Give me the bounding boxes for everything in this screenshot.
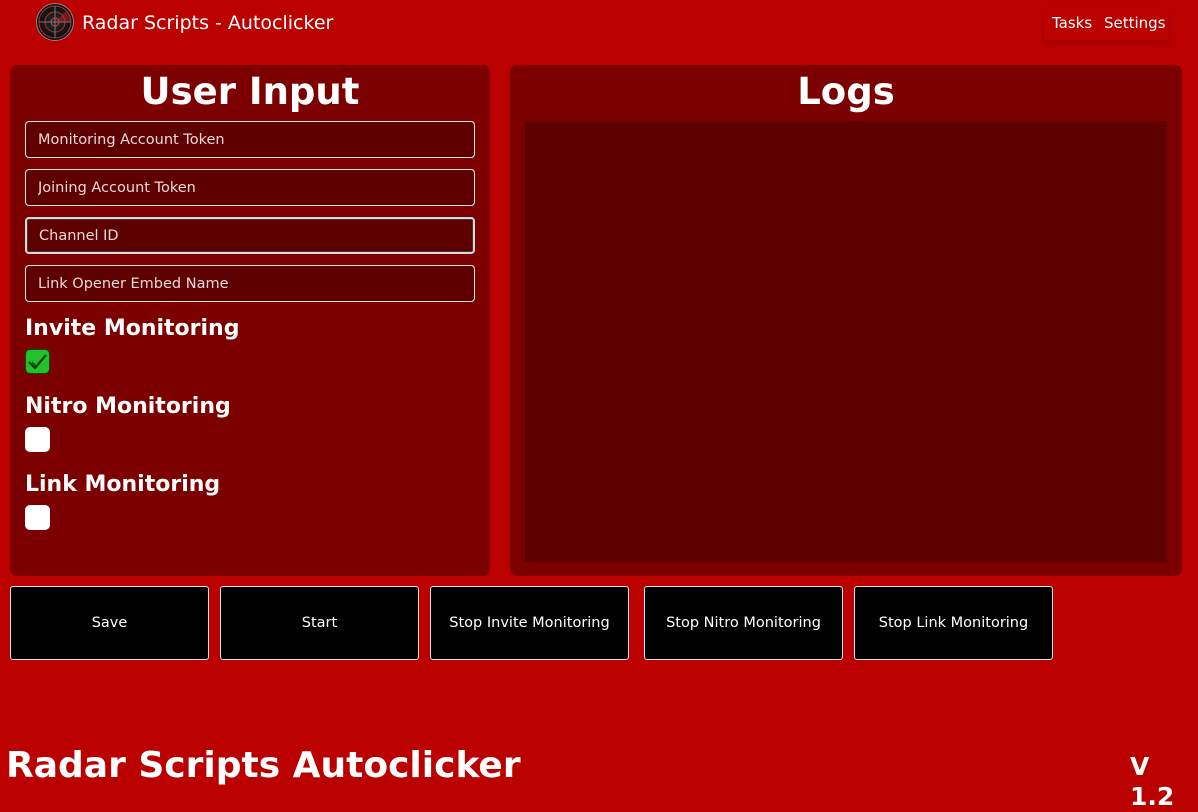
link-opener-embed-name-input[interactable]: [25, 265, 475, 302]
radar-icon: [36, 3, 74, 41]
logs-output[interactable]: [525, 121, 1167, 562]
start-button[interactable]: Start: [220, 586, 419, 660]
checkmark-icon: [28, 354, 47, 370]
nav-tasks[interactable]: Tasks: [1052, 14, 1092, 32]
joining-account-token-input[interactable]: [25, 169, 475, 206]
invite-monitoring-checkbox[interactable]: [25, 349, 50, 374]
monitoring-account-token-input[interactable]: [25, 121, 475, 158]
top-bar: Radar Scripts - Autoclicker Tasks Settin…: [0, 0, 1198, 46]
link-monitoring-checkbox[interactable]: [25, 505, 50, 530]
app-title: Radar Scripts - Autoclicker: [82, 12, 334, 34]
stop-invite-monitoring-button[interactable]: Stop Invite Monitoring: [430, 586, 629, 660]
user-input-title: User Input: [140, 70, 360, 113]
version-label: V 1.2: [1130, 752, 1175, 811]
nav-settings[interactable]: Settings: [1104, 14, 1166, 32]
stop-link-monitoring-button[interactable]: Stop Link Monitoring: [854, 586, 1053, 660]
save-button[interactable]: Save: [10, 586, 209, 660]
logs-title: Logs: [797, 70, 895, 113]
link-monitoring-label: Link Monitoring: [25, 472, 221, 497]
footer-title: Radar Scripts Autoclicker: [6, 745, 521, 786]
nitro-monitoring-checkbox[interactable]: [25, 427, 50, 452]
invite-monitoring-label: Invite Monitoring: [25, 316, 240, 341]
nitro-monitoring-label: Nitro Monitoring: [25, 394, 231, 419]
stop-nitro-monitoring-button[interactable]: Stop Nitro Monitoring: [644, 586, 843, 660]
channel-id-input[interactable]: [25, 217, 475, 254]
top-nav: Tasks Settings: [1044, 6, 1168, 40]
